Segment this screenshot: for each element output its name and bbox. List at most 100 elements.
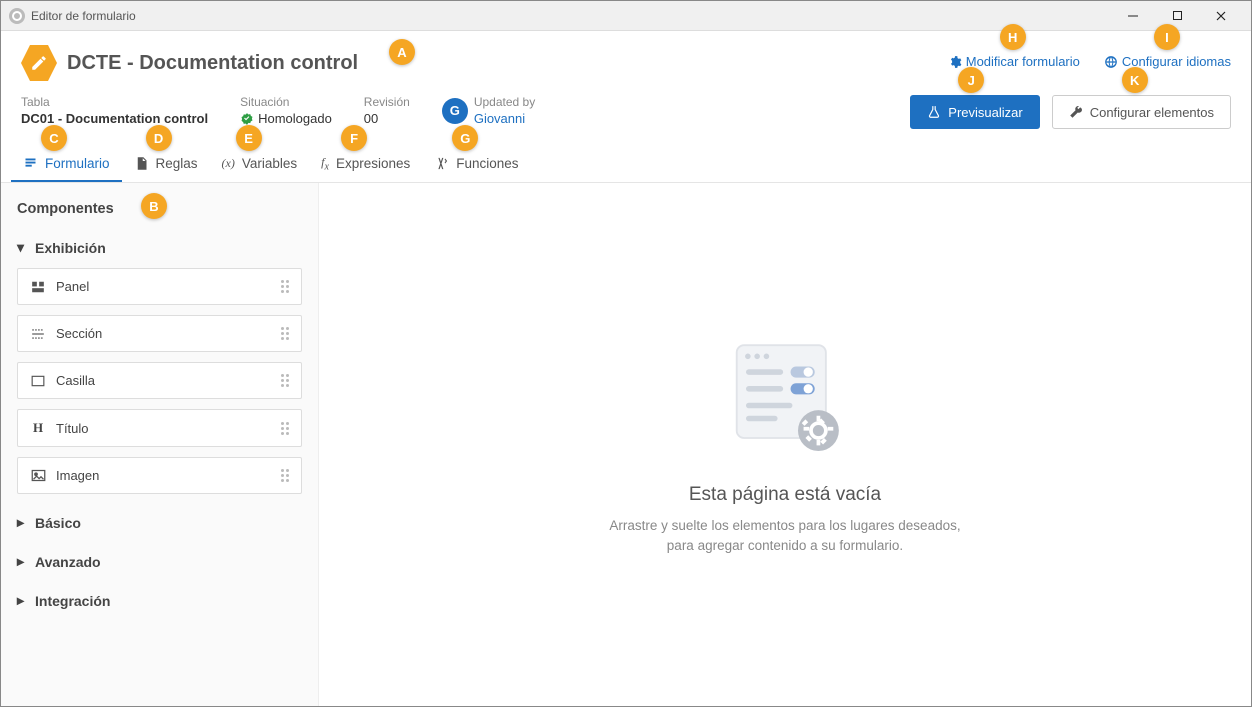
functions-tab-icon — [434, 156, 449, 171]
configure-elements-label: Configurar elementos — [1090, 105, 1214, 120]
component-imagen[interactable]: Imagen — [17, 457, 302, 494]
meta-updated-label: Updated by — [474, 95, 535, 109]
window-titlebar: Editor de formulario — [1, 1, 1251, 31]
modify-form-label: Modificar formulario — [966, 54, 1080, 69]
tab-funciones[interactable]: Funciones G — [422, 147, 530, 182]
callout-C: C — [41, 125, 67, 151]
drag-handle-icon[interactable] — [281, 374, 289, 387]
section-exhibicion-label: Exhibición — [35, 240, 106, 256]
window-minimize-button[interactable] — [1111, 2, 1155, 30]
meta-situacion: Situación Homologado — [240, 95, 332, 126]
meta-updated: G Updated by Giovanni — [442, 95, 535, 126]
callout-J: J — [958, 67, 984, 93]
form-icon — [21, 45, 57, 81]
section-avanzado-header[interactable]: ▸ Avanzado — [17, 547, 302, 576]
component-seccion[interactable]: Sección — [17, 315, 302, 352]
image-icon — [30, 469, 46, 482]
tab-funciones-label: Funciones — [456, 156, 518, 171]
section-integracion-header[interactable]: ▸ Integración — [17, 586, 302, 615]
component-titulo-label: Título — [56, 421, 89, 436]
panel-icon — [30, 280, 46, 294]
chevron-down-icon: ▾ — [17, 239, 27, 256]
callout-D: D — [146, 125, 172, 151]
component-titulo[interactable]: H Título — [17, 409, 302, 447]
component-panel[interactable]: Panel — [17, 268, 302, 305]
tab-expresiones-label: Expresiones — [336, 156, 410, 171]
tab-reglas-label: Reglas — [156, 156, 198, 171]
sidebar: Componentes B ▾ Exhibición Panel — [1, 183, 319, 706]
section-integracion-label: Integración — [35, 593, 110, 609]
section-basico-label: Básico — [35, 515, 81, 531]
configure-elements-button[interactable]: Configurar elementos — [1052, 95, 1231, 129]
avatar: G — [442, 98, 468, 124]
configure-languages-link[interactable]: Configurar idiomas — [1104, 54, 1231, 69]
meta-situacion-value: Homologado — [240, 111, 332, 126]
meta-revision: Revisión 00 — [364, 95, 410, 126]
tab-reglas[interactable]: Reglas D — [122, 147, 210, 182]
section-integracion: ▸ Integración — [17, 586, 302, 615]
box-icon — [30, 375, 46, 387]
tabs: Formulario C Reglas D (x) Variables E fx… — [1, 129, 1251, 183]
tab-formulario[interactable]: Formulario C — [11, 147, 122, 182]
tab-expresiones[interactable]: fx Expresiones F — [309, 147, 422, 182]
section-avanzado: ▸ Avanzado — [17, 547, 302, 576]
preview-label: Previsualizar — [948, 105, 1022, 120]
empty-illustration — [720, 334, 850, 464]
component-list: Panel Sección Casilla — [17, 262, 302, 498]
window-close-button[interactable] — [1199, 2, 1243, 30]
meta-updated-value[interactable]: Giovanni — [474, 111, 535, 126]
callout-K: K — [1122, 67, 1148, 93]
window-controls — [1111, 2, 1243, 30]
callout-I: I — [1154, 24, 1180, 50]
window-title: Editor de formulario — [31, 9, 136, 23]
heading-icon: H — [30, 420, 46, 436]
component-panel-label: Panel — [56, 279, 89, 294]
callout-A: A — [389, 39, 415, 65]
meta-tabla: Tabla DC01 - Documentation control — [21, 95, 208, 126]
callout-G: G — [452, 125, 478, 151]
empty-title: Esta página está vacía — [689, 484, 881, 506]
gear-icon — [948, 55, 962, 69]
component-casilla-label: Casilla — [56, 373, 95, 388]
meta-revision-value: 00 — [364, 111, 410, 126]
callout-F: F — [341, 125, 367, 151]
section-basico: ▸ Básico — [17, 508, 302, 537]
section-avanzado-label: Avanzado — [35, 554, 101, 570]
chevron-right-icon: ▸ — [17, 553, 27, 570]
component-seccion-label: Sección — [56, 326, 102, 341]
header-links: Modificar formulario H Configurar idioma… — [948, 54, 1231, 72]
drag-handle-icon[interactable] — [281, 280, 289, 293]
expressions-tab-icon: fx — [321, 155, 329, 172]
rules-tab-icon — [134, 156, 149, 171]
chevron-right-icon: ▸ — [17, 592, 27, 609]
callout-E: E — [236, 125, 262, 151]
drag-handle-icon[interactable] — [281, 469, 289, 482]
drag-handle-icon[interactable] — [281, 327, 289, 340]
meta-tabla-value: DC01 - Documentation control — [21, 111, 208, 126]
section-icon — [30, 327, 46, 341]
variables-tab-icon: (x) — [222, 156, 235, 171]
section-basico-header[interactable]: ▸ Básico — [17, 508, 302, 537]
meta-row: Tabla DC01 - Documentation control Situa… — [1, 81, 1251, 129]
wrench-icon — [1069, 105, 1083, 119]
meta-revision-label: Revisión — [364, 95, 410, 109]
canvas[interactable]: Esta página está vacía Arrastre y suelte… — [319, 183, 1251, 706]
section-exhibicion-header[interactable]: ▾ Exhibición — [17, 233, 302, 262]
component-imagen-label: Imagen — [56, 468, 99, 483]
component-casilla[interactable]: Casilla — [17, 362, 302, 399]
meta-situacion-label: Situación — [240, 95, 332, 109]
app-icon — [9, 8, 25, 24]
section-exhibicion: ▾ Exhibición Panel S — [17, 233, 302, 498]
chevron-right-icon: ▸ — [17, 514, 27, 531]
meta-tabla-label: Tabla — [21, 95, 208, 109]
form-tab-icon — [23, 156, 38, 171]
page-title: DCTE - Documentation control — [67, 52, 358, 75]
flask-icon — [927, 105, 941, 119]
tab-variables[interactable]: (x) Variables E — [210, 147, 310, 182]
preview-button[interactable]: Previsualizar — [910, 95, 1039, 129]
drag-handle-icon[interactable] — [281, 422, 289, 435]
tab-formulario-label: Formulario — [45, 156, 110, 171]
globe-icon — [1104, 55, 1118, 69]
empty-description: Arrastre y suelte los elementos para los… — [595, 516, 975, 555]
check-badge-icon — [240, 112, 254, 126]
